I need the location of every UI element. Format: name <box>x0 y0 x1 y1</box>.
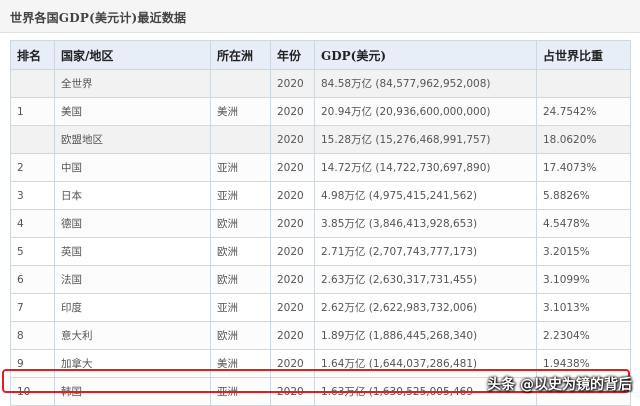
cell-year: 2020 <box>270 377 315 406</box>
cell-gdp: 20.94万亿 (20,936,600,000,000) <box>314 97 537 126</box>
table-row: 7 印度 亚洲 2020 2.62万亿 (2,622,983,732,006) 3.101… <box>10 293 631 322</box>
cell-gdp: 2.62万亿 (2,622,983,732,006) <box>314 293 537 322</box>
table-header-row: 排名 国家/地区 所在洲 年份 GDP(美元) 占世界比重 <box>10 40 631 70</box>
cell-share: 5.8826% <box>536 181 631 210</box>
cell-share: 2.2304% <box>536 321 631 350</box>
cell-rank: 7 <box>10 293 55 322</box>
table-row: 3 日本 亚洲 2020 4.98万亿 (4,975,415,241,562) 5.882… <box>10 181 631 210</box>
cell-rank: 1 <box>10 97 55 126</box>
table-row: 6 法国 欧洲 2020 2.63万亿 (2,630,317,731,455) 3.109… <box>10 265 631 294</box>
cell-continent: 亚洲 <box>210 293 271 322</box>
cell-country: 美国 <box>54 97 211 126</box>
cell-continent: 美洲 <box>210 97 271 126</box>
cell-share: 3.2015% <box>536 237 631 266</box>
page-title: 世界各国GDP(美元计)最近数据 <box>10 11 187 25</box>
cell-share: 17.4073% <box>536 153 631 182</box>
column-header-rank[interactable]: 排名 <box>10 40 55 70</box>
cell-rank: 8 <box>10 321 55 350</box>
column-header-year[interactable]: 年份 <box>270 40 315 70</box>
cell-continent <box>210 125 271 154</box>
cell-rank: 4 <box>10 209 55 238</box>
cell-gdp: 15.28万亿 (15,276,468,991,757) <box>314 125 537 154</box>
cell-share: 3.1013% <box>536 293 631 322</box>
table-row: 1 美国 美洲 2020 20.94万亿 (20,936,600,000,000) 24.… <box>10 97 631 126</box>
cell-rank: 10 <box>10 377 55 406</box>
table-row: 2 中国 亚洲 2020 14.72万亿 (14,722,730,697,890) 17.… <box>10 153 631 182</box>
cell-year: 2020 <box>270 181 315 210</box>
cell-rank: 3 <box>10 181 55 210</box>
column-header-continent[interactable]: 所在洲 <box>210 40 271 70</box>
cell-continent: 欧洲 <box>210 265 271 294</box>
cell-country: 欧盟地区 <box>54 125 211 154</box>
table-row: 全世界 2020 84.58万亿 (84,577,962,952,008) <box>10 69 631 98</box>
page-header: 世界各国GDP(美元计)最近数据 <box>0 0 640 33</box>
cell-country: 加拿大 <box>54 349 211 378</box>
table-body: 全世界 2020 84.58万亿 (84,577,962,952,008) 1 美国 美洲… <box>10 69 631 406</box>
table-row: 5 英国 欧洲 2020 2.71万亿 (2,707,743,777,173) 3.201… <box>10 237 631 266</box>
cell-year: 2020 <box>270 125 315 154</box>
cell-gdp: 1.89万亿 (1,886,445,268,340) <box>314 321 537 350</box>
cell-continent: 欧洲 <box>210 321 271 350</box>
cell-continent: 欧洲 <box>210 209 271 238</box>
cell-year: 2020 <box>270 321 315 350</box>
cell-country: 全世界 <box>54 69 211 98</box>
cell-year: 2020 <box>270 209 315 238</box>
cell-rank: 2 <box>10 153 55 182</box>
cell-rank <box>10 69 55 98</box>
cell-gdp: 2.71万亿 (2,707,743,777,173) <box>314 237 537 266</box>
column-header-country[interactable]: 国家/地区 <box>54 40 211 70</box>
table-row: 8 意大利 欧洲 2020 1.89万亿 (1,886,445,268,340) 2.23… <box>10 321 631 350</box>
cell-year: 2020 <box>270 97 315 126</box>
cell-continent: 欧洲 <box>210 237 271 266</box>
cell-share <box>536 69 631 98</box>
cell-continent: 亚洲 <box>210 153 271 182</box>
cell-year: 2020 <box>270 349 315 378</box>
cell-rank <box>10 125 55 154</box>
cell-year: 2020 <box>270 293 315 322</box>
cell-gdp: 14.72万亿 (14,722,730,697,890) <box>314 153 537 182</box>
cell-country: 德国 <box>54 209 211 238</box>
cell-share: 24.7542% <box>536 97 631 126</box>
table-row: 4 德国 欧洲 2020 3.85万亿 (3,846,413,928,653) 4.547… <box>10 209 631 238</box>
cell-share: 4.5478% <box>536 209 631 238</box>
watermark: 头条 @以史为镜的背后 <box>487 377 632 393</box>
cell-gdp: 4.98万亿 (4,975,415,241,562) <box>314 181 537 210</box>
cell-continent: 亚洲 <box>210 377 271 406</box>
cell-share: 3.1099% <box>536 265 631 294</box>
cell-year: 2020 <box>270 265 315 294</box>
cell-continent <box>210 69 271 98</box>
cell-country: 日本 <box>54 181 211 210</box>
gdp-table: 排名 国家/地区 所在洲 年份 GDP(美元) 占世界比重 全世界 2020 84.… <box>10 40 631 406</box>
column-header-gdp[interactable]: GDP(美元) <box>314 40 537 70</box>
cell-rank: 6 <box>10 265 55 294</box>
column-header-share[interactable]: 占世界比重 <box>536 40 631 70</box>
cell-country: 韩国 <box>54 377 211 406</box>
cell-rank: 5 <box>10 237 55 266</box>
cell-country: 法国 <box>54 265 211 294</box>
cell-country: 英国 <box>54 237 211 266</box>
cell-rank: 9 <box>10 349 55 378</box>
cell-country: 意大利 <box>54 321 211 350</box>
cell-year: 2020 <box>270 153 315 182</box>
cell-continent: 美洲 <box>210 349 271 378</box>
cell-gdp: 2.63万亿 (2,630,317,731,455) <box>314 265 537 294</box>
cell-gdp: 84.58万亿 (84,577,962,952,008) <box>314 69 537 98</box>
cell-year: 2020 <box>270 69 315 98</box>
cell-gdp: 3.85万亿 (3,846,413,928,653) <box>314 209 537 238</box>
cell-continent: 亚洲 <box>210 181 271 210</box>
cell-country: 印度 <box>54 293 211 322</box>
cell-country: 中国 <box>54 153 211 182</box>
cell-year: 2020 <box>270 237 315 266</box>
cell-share: 18.0620% <box>536 125 631 154</box>
table-row: 欧盟地区 2020 15.28万亿 (15,276,468,991,757) 18.0… <box>10 125 631 154</box>
